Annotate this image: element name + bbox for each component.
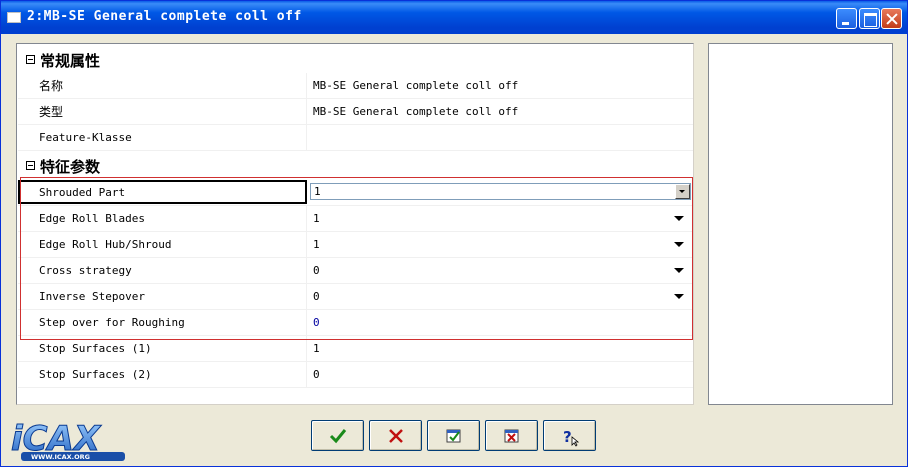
property-row[interactable]: Cross strategy 0 — [18, 258, 693, 284]
property-row[interactable]: Feature-Klasse — [18, 125, 693, 151]
cross-icon — [389, 429, 403, 443]
close-button[interactable] — [881, 8, 902, 29]
help-icon: ? — [563, 428, 580, 447]
cancel-button[interactable] — [369, 420, 422, 451]
property-value[interactable]: MB-SE General complete coll off — [313, 73, 683, 99]
property-name: Stop Surfaces (2) — [18, 362, 307, 388]
property-name: 名称 — [18, 73, 307, 99]
property-row[interactable]: Stop Surfaces (1) 1 — [18, 336, 693, 362]
property-name: Edge Roll Hub/Shroud — [18, 232, 307, 258]
apply-button[interactable] — [427, 420, 480, 451]
property-grid: 常规属性 名称 MB-SE General complete coll off … — [16, 43, 694, 405]
property-name: Edge Roll Blades — [18, 206, 307, 232]
property-row[interactable]: Inverse Stepover 0 — [18, 284, 693, 310]
help-button[interactable]: ? — [543, 420, 596, 451]
dropdown-value: 1 — [314, 185, 321, 198]
property-value[interactable]: 1 — [313, 232, 683, 258]
property-row[interactable]: Edge Roll Hub/Shroud 1 — [18, 232, 693, 258]
property-value[interactable]: 0 — [313, 362, 683, 388]
property-value[interactable]: 1 — [313, 206, 683, 232]
property-row[interactable]: Step over for Roughing 0 — [18, 310, 693, 336]
property-name: Feature-Klasse — [18, 125, 307, 151]
apply-icon — [446, 429, 461, 443]
section-general[interactable]: 常规属性 — [24, 47, 684, 73]
property-row[interactable]: 名称 MB-SE General complete coll off — [18, 73, 693, 99]
icax-logo: iCAX WWW.ICAX.ORG — [11, 419, 125, 461]
dropdown-arrow-icon[interactable] — [674, 268, 684, 273]
property-row[interactable]: Edge Roll Blades 1 — [18, 206, 693, 232]
property-value[interactable] — [313, 125, 683, 151]
property-row-selected[interactable]: Shrouded Part 1 — [18, 180, 693, 206]
dropdown-arrow-icon[interactable] — [674, 216, 684, 221]
section-features[interactable]: 特征参数 — [24, 153, 684, 179]
collapse-icon[interactable] — [26, 161, 35, 170]
property-value[interactable]: 0 — [313, 284, 683, 310]
property-name: Stop Surfaces (1) — [18, 336, 307, 362]
dropdown-arrow-icon[interactable] — [674, 294, 684, 299]
checkmark-icon — [329, 429, 347, 444]
svg-text:WWW.ICAX.ORG: WWW.ICAX.ORG — [31, 453, 90, 461]
property-name: Shrouded Part — [18, 180, 307, 204]
dropdown-arrow-icon[interactable] — [674, 242, 684, 247]
property-row[interactable]: Stop Surfaces (2) 0 — [18, 362, 693, 388]
property-value[interactable]: 0 — [313, 258, 683, 284]
property-value[interactable]: 1 — [313, 336, 683, 362]
section-features-label: 特征参数 — [40, 158, 101, 176]
property-value[interactable]: 0 — [313, 310, 683, 336]
dropdown-arrow-icon[interactable] — [675, 184, 690, 199]
property-name: 类型 — [18, 99, 307, 125]
discard-button[interactable] — [485, 420, 538, 451]
property-value[interactable]: MB-SE General complete coll off — [313, 99, 683, 125]
cancel-doc-icon — [504, 429, 519, 443]
window-title: 2:MB-SE General complete coll off — [27, 9, 302, 24]
property-name: Step over for Roughing — [18, 310, 307, 336]
property-name: Inverse Stepover — [18, 284, 307, 310]
property-row[interactable]: 类型 MB-SE General complete coll off — [18, 99, 693, 125]
window-icon — [7, 12, 21, 23]
section-general-label: 常规属性 — [40, 52, 101, 70]
property-name: Cross strategy — [18, 258, 307, 284]
preview-panel — [708, 43, 893, 405]
collapse-icon[interactable] — [26, 55, 35, 64]
minimize-button[interactable] — [836, 8, 857, 29]
title-bar[interactable]: 2:MB-SE General complete coll off — [1, 1, 907, 34]
svg-text:?: ? — [563, 428, 572, 446]
properties-window: 2:MB-SE General complete coll off 常规属性 名… — [0, 0, 908, 467]
ok-button[interactable] — [311, 420, 364, 451]
maximize-button[interactable] — [859, 8, 880, 29]
value-dropdown[interactable]: 1 — [310, 183, 691, 200]
